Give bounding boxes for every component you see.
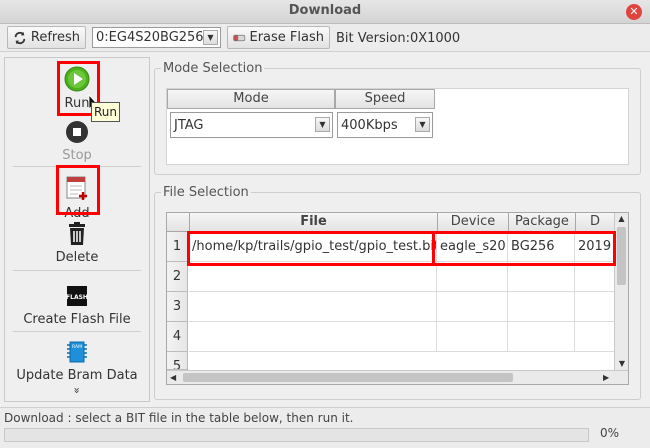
highlight-row-rest (432, 231, 616, 266)
delete-label: Delete (55, 250, 99, 265)
table-cell[interactable] (508, 292, 575, 322)
row-number[interactable]: 3 (167, 292, 188, 322)
table-cell[interactable] (437, 292, 508, 322)
title-bar: Download ✕ (0, 0, 650, 24)
stop-icon (66, 121, 88, 143)
progress-bar (4, 428, 589, 442)
device-header[interactable]: Device (437, 213, 509, 232)
table-cell[interactable] (508, 262, 575, 292)
highlight-file-cell (187, 231, 435, 266)
table-cell[interactable] (437, 262, 508, 292)
mode-select[interactable]: JTAG ▼ (170, 112, 333, 138)
vertical-scroll-thumb[interactable] (617, 227, 626, 285)
toolbar: Refresh 0:EG4S20BG256 ▼ Erase Flash Bit … (0, 24, 650, 52)
horizontal-scrollbar[interactable]: ◀ ▶ (167, 370, 628, 384)
window-title: Download (288, 3, 362, 18)
create-flash-file-button[interactable]: FLASH Create Flash File (5, 284, 149, 327)
separator (13, 270, 141, 271)
file-header[interactable]: File (189, 213, 438, 232)
device-select[interactable]: 0:EG4S20BG256 ▼ (92, 27, 221, 48)
table-cell[interactable] (189, 322, 437, 352)
device-select-value: 0:EG4S20BG256 (96, 30, 204, 45)
erase-flash-label: Erase Flash (249, 30, 325, 45)
close-icon[interactable]: ✕ (626, 4, 642, 20)
scroll-right-icon[interactable]: ▶ (603, 371, 609, 384)
refresh-button[interactable]: Refresh (7, 26, 86, 49)
file-selection-legend: File Selection (163, 185, 249, 200)
row-number[interactable]: 2 (167, 262, 188, 292)
row-number[interactable]: 4 (167, 322, 188, 352)
chevron-down-icon: ▼ (315, 117, 330, 132)
mode-table: Mode Speed JTAG ▼ 400Kbps ▼ (166, 88, 629, 165)
row-number[interactable]: 5 (167, 352, 188, 370)
table-cell[interactable] (508, 322, 575, 352)
refresh-icon (14, 31, 26, 44)
mode-selection-legend: Mode Selection (163, 61, 263, 76)
separator (13, 331, 141, 332)
package-header[interactable]: Package (508, 213, 576, 232)
table-cell[interactable] (575, 262, 615, 292)
chevron-down-icon: ▼ (415, 117, 430, 132)
flash-chip-icon: FLASH (66, 286, 88, 306)
table-cell[interactable] (575, 322, 615, 352)
table-cell[interactable] (189, 292, 437, 322)
table-cell[interactable] (437, 322, 508, 352)
update-bram-data-button[interactable]: RAM Update Bram Data (5, 340, 149, 383)
scroll-up-icon[interactable]: ▲ (615, 213, 628, 225)
refresh-label: Refresh (30, 30, 80, 45)
corner-header (167, 213, 190, 232)
status-message: Download : select a BIT file in the tabl… (4, 411, 354, 425)
speed-select[interactable]: 400Kbps ▼ (337, 112, 433, 138)
table-cell[interactable] (575, 292, 615, 322)
more-chevron-icon[interactable]: » (71, 381, 84, 401)
date-header[interactable]: D (575, 213, 615, 232)
speed-header: Speed (335, 89, 435, 109)
ram-chip-icon: RAM (67, 341, 87, 363)
create-flash-file-label: Create Flash File (23, 312, 131, 327)
scroll-down-icon[interactable]: ▼ (615, 358, 628, 370)
trash-icon (69, 222, 85, 245)
eraser-icon (233, 34, 246, 41)
horizontal-scroll-thumb[interactable] (183, 373, 513, 382)
erase-flash-button[interactable]: Erase Flash (227, 26, 330, 49)
delete-button[interactable]: Delete (5, 222, 149, 265)
row-number[interactable]: 1 (167, 232, 188, 262)
status-bar: Download : select a BIT file in the tabl… (0, 407, 650, 448)
stop-button[interactable]: Stop (5, 120, 149, 163)
stop-label: Stop (62, 148, 92, 163)
mode-select-value: JTAG (174, 117, 204, 133)
run-tooltip: Run (91, 102, 120, 122)
table-cell[interactable] (189, 262, 437, 292)
chevron-down-icon: ▼ (203, 30, 218, 45)
flash-icon-text: FLASH (66, 294, 88, 301)
vertical-scrollbar[interactable]: ▲ ▼ (614, 213, 628, 370)
progress-percent: 0% (600, 426, 620, 440)
scroll-left-icon[interactable]: ◀ (170, 371, 176, 384)
bit-version: Bit Version:0X1000 (336, 31, 461, 46)
ram-icon-text: RAM (72, 344, 82, 350)
highlight-add (56, 165, 100, 215)
mode-header: Mode (167, 89, 335, 109)
speed-select-value: 400Kbps (341, 117, 398, 133)
